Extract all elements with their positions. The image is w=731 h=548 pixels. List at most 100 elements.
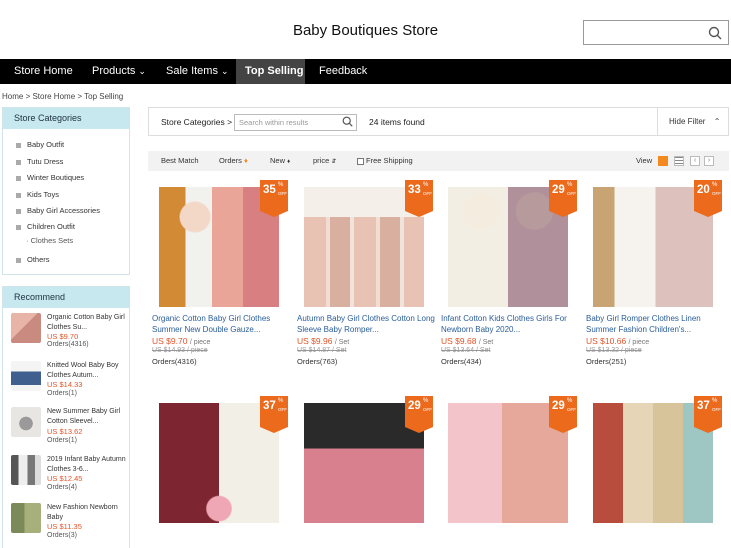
product-card[interactable]: 29% OFF Infant Cotton Kids Clothes Girls …: [441, 180, 578, 378]
product-thumbnail[interactable]: [11, 407, 41, 437]
breadcrumb[interactable]: Home > Store Home > Top Selling: [2, 92, 123, 101]
product-title[interactable]: Autumn Baby Girl Clothes Cotton Long Sle…: [297, 314, 437, 335]
product-thumbnail[interactable]: [11, 503, 41, 533]
sort-price[interactable]: price ⇵: [313, 156, 336, 165]
product-price: US $9.96 / Set: [297, 336, 350, 346]
discount-badge: 37% OFF: [694, 396, 722, 433]
recommend-title[interactable]: 2019 Infant Baby Autumn Clothes 3-6...: [47, 455, 129, 474]
product-card[interactable]: 37% OFF: [586, 396, 723, 548]
nav-store-home[interactable]: Store Home: [5, 59, 82, 84]
search-within-results-input[interactable]: Search within results: [234, 114, 357, 131]
recommend-item[interactable]: New Summer Baby Girl Cotton Sleevel... U…: [11, 407, 131, 453]
product-orders: Orders(763): [297, 357, 338, 366]
category-kids-toys[interactable]: Kids Toys: [16, 190, 59, 199]
discount-badge: 33% OFF: [405, 180, 433, 217]
recommend-item[interactable]: New Fashion Newborn Baby US $11.35 Order…: [11, 503, 131, 548]
product-title[interactable]: Infant Cotton Kids Clothes Girls For New…: [441, 314, 581, 335]
discount-badge: 29% OFF: [549, 396, 577, 433]
recommend-price: US $12.45: [47, 474, 83, 483]
free-shipping-checkbox[interactable]: Free Shipping: [357, 156, 413, 165]
nav-sale-items[interactable]: Sale Items ⌄: [157, 59, 238, 84]
sort-new[interactable]: New ♦: [270, 156, 290, 165]
recommend-orders: Orders(1): [47, 390, 77, 397]
product-orders: Orders(434): [441, 357, 482, 366]
nav-top-selling[interactable]: Top Selling: [236, 59, 305, 84]
category-children-outfit[interactable]: Children Outfit: [16, 222, 75, 231]
product-card[interactable]: 29% OFF: [441, 396, 578, 548]
results-count: 24 items found: [369, 117, 425, 127]
product-original-price: US $13.64 / Set: [441, 347, 491, 354]
view-label: View: [636, 156, 653, 165]
recommend-title[interactable]: New Summer Baby Girl Cotton Sleevel...: [47, 407, 129, 426]
product-card[interactable]: 33% OFF Autumn Baby Girl Clothes Cotton L…: [297, 180, 437, 378]
recommend-title[interactable]: New Fashion Newborn Baby: [47, 503, 129, 522]
recommend-title[interactable]: Organic Cotton Baby Girl Clothes Su...: [47, 313, 129, 332]
product-card[interactable]: 29% OFF: [297, 396, 434, 548]
category-others[interactable]: Others: [16, 255, 50, 264]
product-title[interactable]: Organic Cotton Baby Girl Clothes Summer …: [152, 314, 292, 335]
discount-badge: 29% OFF: [549, 180, 577, 217]
recommend-price: US $14.33: [47, 380, 83, 389]
list-view-icon[interactable]: [674, 156, 684, 166]
product-price: US $9.70 / piece: [152, 336, 211, 346]
product-orders: Orders(251): [586, 357, 627, 366]
recommend-price: US $11.35: [47, 522, 82, 531]
recommend-orders: Orders(4316): [47, 341, 89, 348]
chevron-down-icon: ⌄: [138, 66, 146, 76]
product-original-price: US $14.93 / piece: [152, 347, 208, 354]
product-card[interactable]: 20% OFF Baby Girl Romper Clothes Linen Su…: [586, 180, 723, 378]
recommend-item[interactable]: Knitted Wool Baby Boy Clothes Autum... U…: [11, 361, 131, 407]
product-orders: Orders(4316): [152, 357, 197, 366]
hide-filter-button[interactable]: Hide Filter ⌃: [657, 108, 730, 135]
store-categories-panel: Store Categories Baby Outfit Tutu Dress …: [2, 107, 130, 275]
recommend-title[interactable]: Knitted Wool Baby Boy Clothes Autum...: [47, 361, 129, 380]
recommend-orders: Orders(1): [47, 437, 77, 444]
discount-badge: 20% OFF: [694, 180, 722, 217]
product-title[interactable]: Baby Girl Romper Clothes Linen Summer Fa…: [586, 314, 726, 335]
product-original-price: US $14.87 / Set: [297, 347, 347, 354]
search-icon[interactable]: [342, 116, 353, 127]
category-winter-boutiques[interactable]: Winter Boutiques: [16, 173, 84, 182]
discount-badge: 35% OFF: [260, 180, 288, 217]
prev-page-icon[interactable]: ‹: [690, 156, 700, 166]
recommend-heading: Recommend: [3, 287, 129, 308]
discount-badge: 29% OFF: [405, 396, 433, 433]
product-card[interactable]: 35% OFF Organic Cotton Baby Girl Clothes …: [152, 180, 289, 378]
category-tutu-dress[interactable]: Tutu Dress: [16, 157, 63, 166]
sort-best-match[interactable]: Best Match: [161, 156, 199, 165]
recommend-panel: Recommend Organic Cotton Baby Girl Cloth…: [2, 286, 130, 548]
product-original-price: US $13.32 / piece: [586, 347, 642, 354]
chevron-up-icon: ⌃: [713, 117, 721, 126]
store-categories-heading: Store Categories: [3, 108, 129, 129]
search-icon[interactable]: [708, 26, 722, 40]
sort-arrow-icon: ⇵: [331, 159, 337, 165]
nav-feedback[interactable]: Feedback: [310, 59, 376, 84]
recommend-orders: Orders(3): [47, 532, 77, 539]
main-nav: Store Home Products ⌄ Sale Items ⌄ Top Sel…: [0, 59, 731, 84]
product-price: US $10.66 / piece: [586, 336, 650, 346]
discount-badge: 37% OFF: [260, 396, 288, 433]
category-baby-girl-accessories[interactable]: Baby Girl Accessories: [16, 206, 100, 215]
sort-orders[interactable]: Orders ♦: [219, 156, 248, 165]
recommend-item[interactable]: Organic Cotton Baby Girl Clothes Su... U…: [11, 313, 131, 359]
product-card[interactable]: 37% OFF: [152, 396, 289, 548]
grid-view-icon[interactable]: [658, 156, 668, 166]
product-price: US $9.68 / Set: [441, 336, 494, 346]
sort-arrow-icon: ♦: [244, 156, 248, 165]
nav-products[interactable]: Products ⌄: [83, 59, 155, 84]
recommend-item[interactable]: 2019 Infant Baby Autumn Clothes 3-6... U…: [11, 455, 131, 501]
product-thumbnail[interactable]: [11, 361, 41, 391]
next-page-icon[interactable]: ›: [704, 156, 714, 166]
recommend-price: US $13.62: [47, 427, 83, 436]
category-clothes-sets[interactable]: · Clothes Sets: [26, 236, 73, 245]
product-thumbnail[interactable]: [11, 313, 41, 343]
chevron-down-icon: ⌄: [220, 66, 229, 76]
sort-bar: Best Match Orders ♦ New ♦ price ⇵ Free S…: [148, 151, 729, 171]
product-thumbnail[interactable]: [11, 455, 41, 485]
results-toolbar: Store Categories > Search within results…: [148, 107, 729, 136]
store-search-input[interactable]: [583, 20, 729, 45]
store-categories-dropdown[interactable]: Store Categories >: [161, 117, 232, 127]
recommend-price: US $9.70: [47, 332, 79, 341]
category-baby-outfit[interactable]: Baby Outfit: [16, 140, 64, 149]
recommend-orders: Orders(4): [47, 484, 77, 491]
